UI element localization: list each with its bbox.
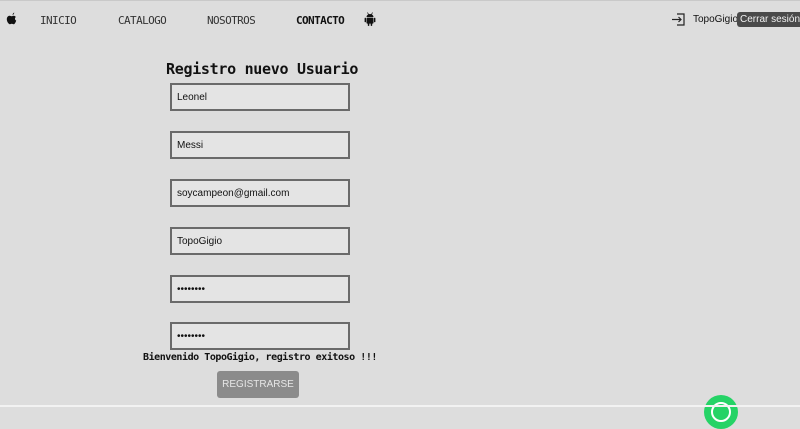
- success-message: Bienvenido TopoGigio, registro exitoso !…: [143, 352, 377, 363]
- nav-link-contacto[interactable]: CONTACTO: [296, 14, 345, 27]
- username-input[interactable]: [170, 227, 350, 255]
- apple-icon[interactable]: [6, 12, 18, 27]
- login-arrow-icon: [672, 13, 685, 26]
- form-title: Registro nuevo Usuario: [166, 60, 359, 78]
- nav-link-catalogo[interactable]: CATALOGO: [118, 14, 167, 27]
- navbar: INICIO CATALOGO NOSOTROS CONTACTO TopoGi…: [0, 0, 800, 40]
- register-button[interactable]: REGISTRARSE: [217, 371, 299, 398]
- confirm-password-input[interactable]: [170, 322, 350, 350]
- nav-link-nosotros[interactable]: NOSOTROS: [207, 14, 256, 27]
- android-icon[interactable]: [364, 12, 376, 27]
- first-name-input[interactable]: [170, 83, 350, 111]
- username-label: TopoGigio: [693, 14, 739, 25]
- logout-button[interactable]: Cerrar sesión: [737, 12, 800, 27]
- last-name-input[interactable]: [170, 131, 350, 159]
- email-input[interactable]: [170, 179, 350, 207]
- password-input[interactable]: [170, 275, 350, 303]
- nav-link-inicio[interactable]: INICIO: [40, 14, 77, 27]
- whatsapp-icon[interactable]: [704, 395, 738, 429]
